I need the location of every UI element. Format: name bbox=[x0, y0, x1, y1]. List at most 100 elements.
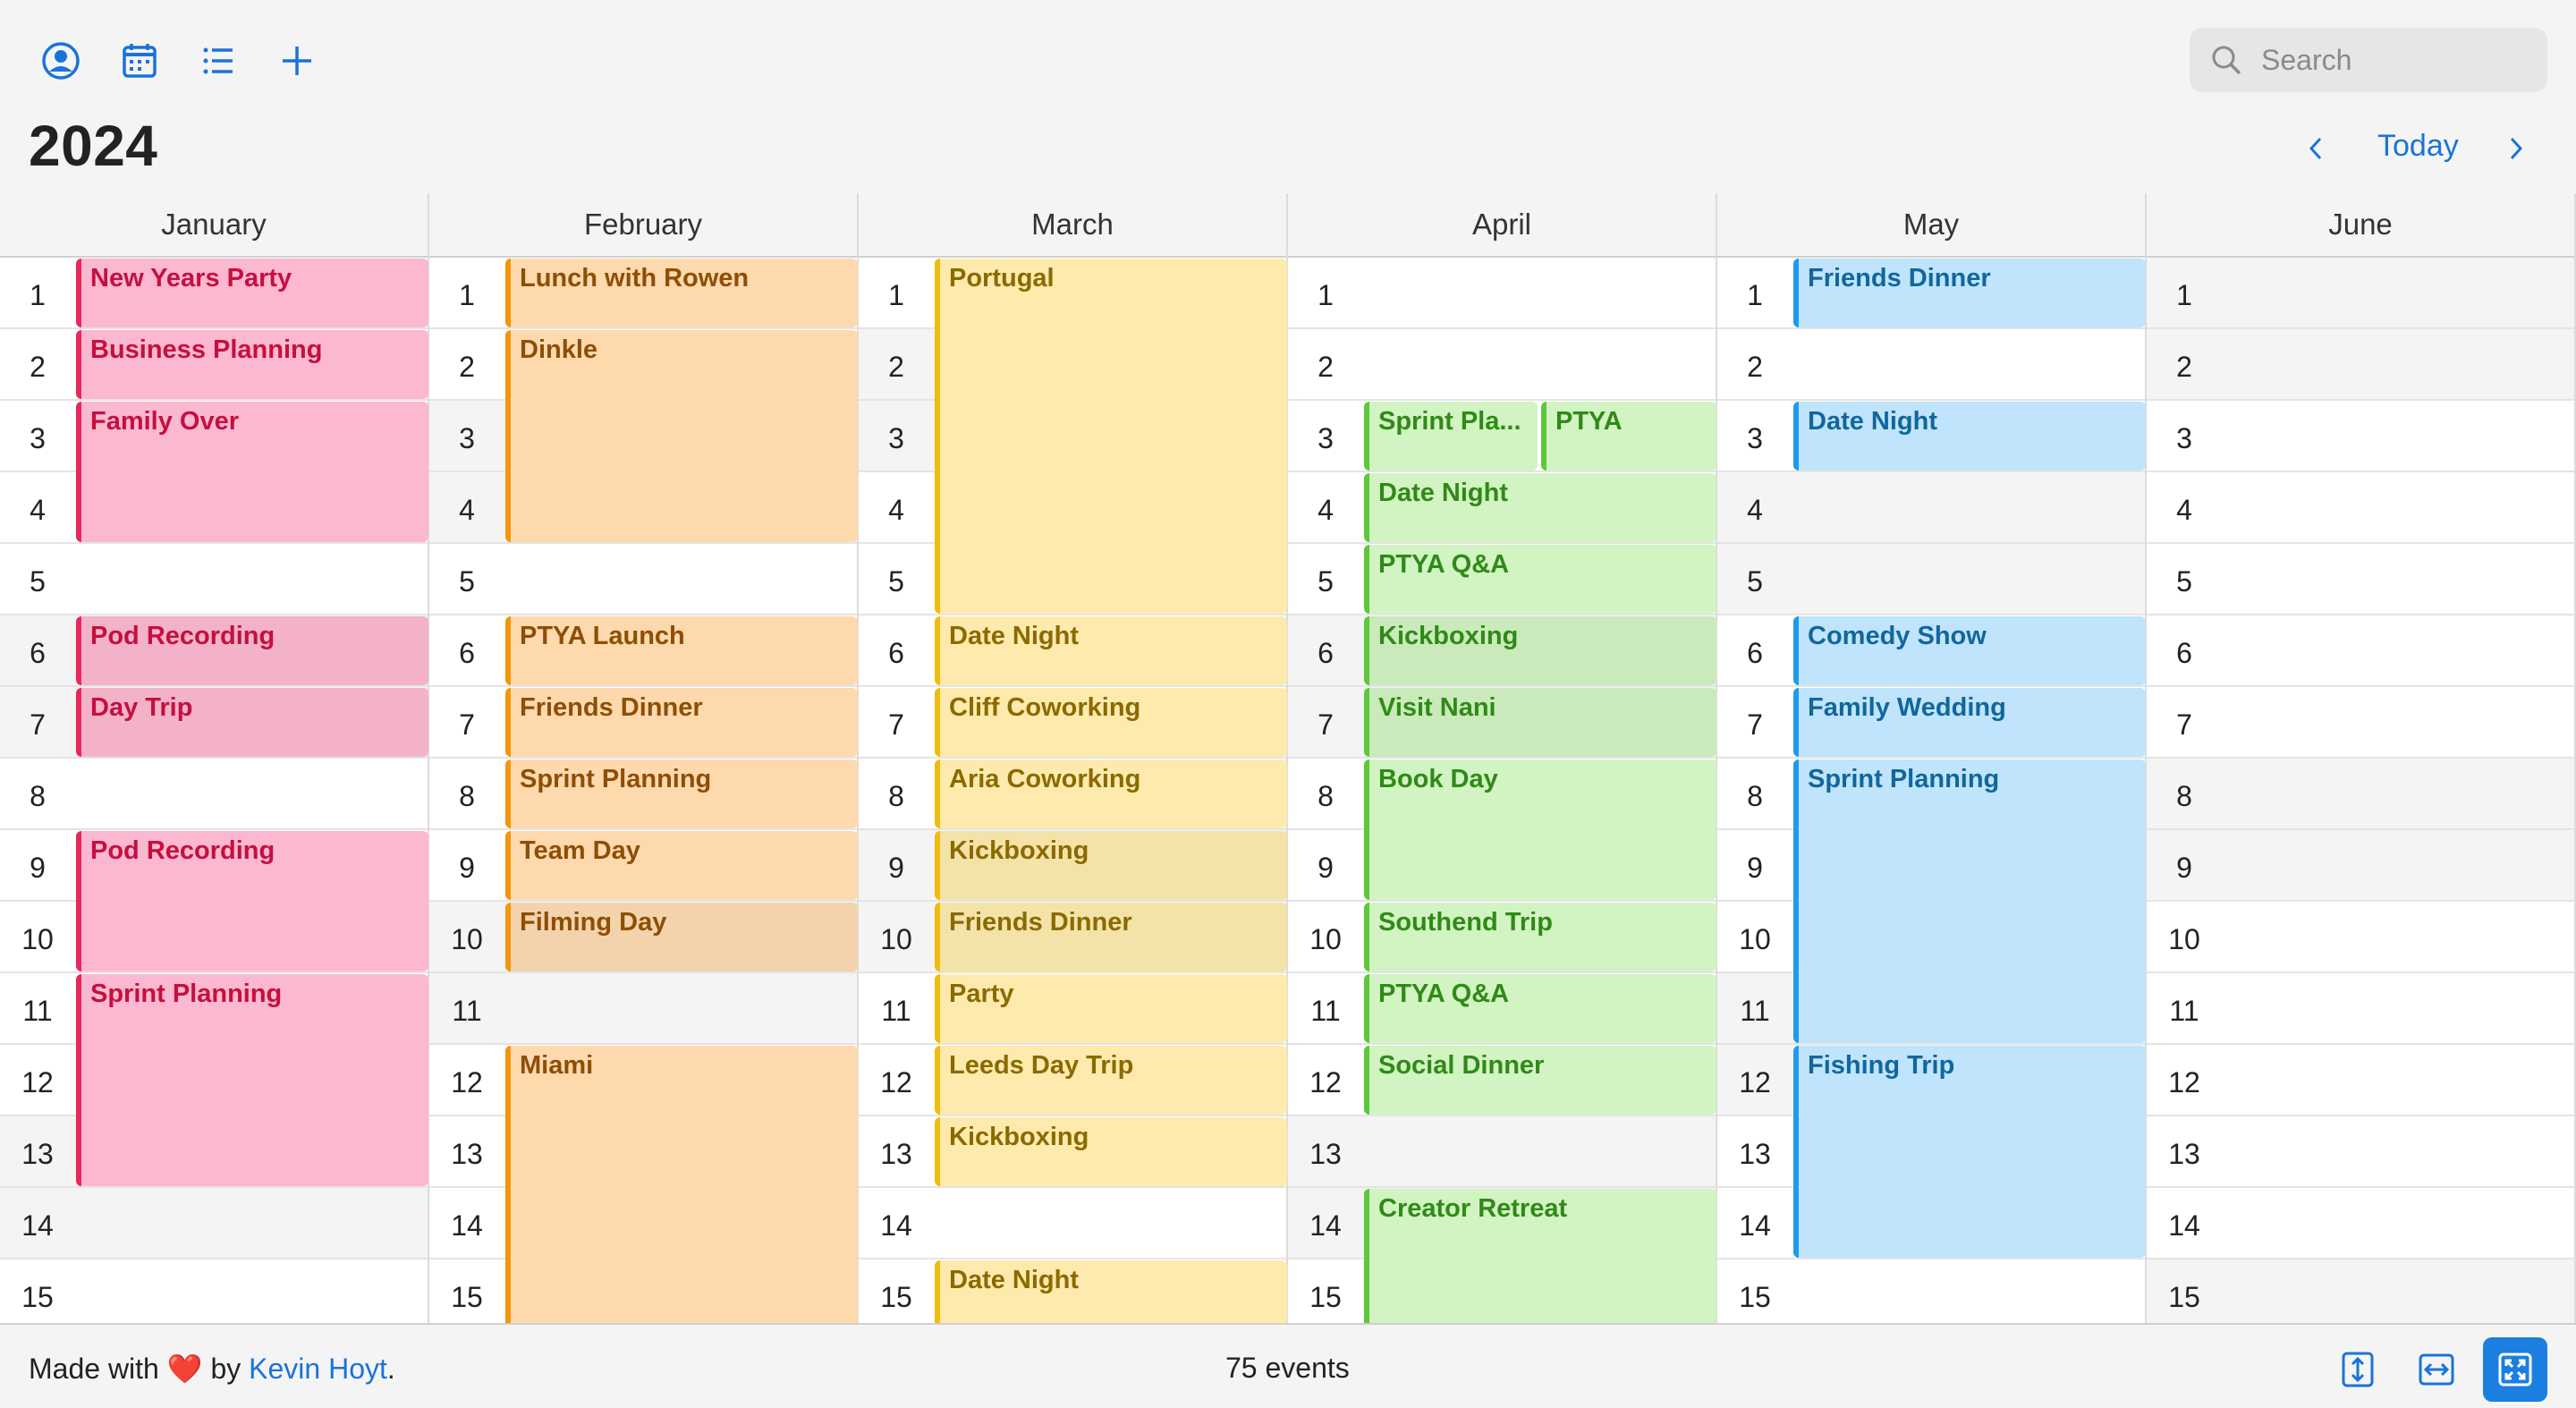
event-block[interactable]: PTYA Q&A bbox=[1364, 974, 1716, 1043]
event-block[interactable]: Comedy Show bbox=[1793, 616, 2146, 685]
day-cell[interactable]: 1 bbox=[2147, 258, 2574, 329]
event-block[interactable]: Miami bbox=[505, 1046, 858, 1323]
event-block[interactable]: Portugal bbox=[935, 259, 1287, 614]
account-icon[interactable] bbox=[36, 36, 86, 86]
event-block[interactable]: Date Night bbox=[1364, 473, 1716, 542]
day-number: 9 bbox=[2176, 852, 2192, 884]
fit-width-button[interactable] bbox=[2404, 1337, 2469, 1402]
search-box[interactable] bbox=[2190, 28, 2547, 92]
event-block[interactable]: Dinkle bbox=[505, 330, 858, 542]
event-block[interactable]: Kickboxing bbox=[935, 1117, 1287, 1186]
event-block[interactable]: Filming Day bbox=[505, 903, 858, 971]
event-block[interactable]: New Years Party bbox=[76, 259, 428, 327]
day-cell[interactable]: 12 bbox=[2147, 1045, 2574, 1116]
event-block[interactable]: PTYA Launch bbox=[505, 616, 858, 685]
day-cell[interactable]: 7 bbox=[2147, 687, 2574, 759]
event-block[interactable]: Pod Recording bbox=[76, 616, 428, 685]
day-number: 1 bbox=[1318, 279, 1334, 311]
event-block[interactable]: Kickboxing bbox=[935, 831, 1287, 900]
day-number: 11 bbox=[1740, 995, 1770, 1027]
day-cell[interactable]: 13 bbox=[2147, 1116, 2574, 1188]
event-block[interactable]: Pod Recording bbox=[76, 831, 428, 971]
day-cell[interactable]: 3 bbox=[2147, 401, 2574, 472]
day-cell[interactable]: 14 bbox=[859, 1188, 1286, 1260]
event-block[interactable]: Day Trip bbox=[76, 688, 428, 757]
plus-icon[interactable] bbox=[272, 36, 322, 86]
day-number: 4 bbox=[1747, 494, 1763, 526]
event-block[interactable]: Sprint Planning bbox=[505, 759, 858, 828]
event-block[interactable]: Team Day bbox=[505, 831, 858, 900]
event-block[interactable]: Sprint Planning bbox=[1793, 759, 2146, 1043]
author-link[interactable]: Kevin Hoyt bbox=[249, 1353, 387, 1385]
list-icon[interactable] bbox=[193, 36, 243, 86]
event-block[interactable]: Date Night bbox=[935, 1260, 1287, 1323]
next-button[interactable] bbox=[2496, 129, 2535, 168]
event-block[interactable]: Friends Dinner bbox=[935, 903, 1287, 971]
day-cell[interactable]: 14 bbox=[2147, 1188, 2574, 1260]
event-block[interactable]: Social Dinner bbox=[1364, 1046, 1716, 1115]
event-block[interactable]: Lunch with Rowen bbox=[505, 259, 858, 327]
event-block[interactable]: Aria Coworking bbox=[935, 759, 1287, 828]
event-block[interactable]: PTYA bbox=[1541, 402, 1716, 471]
day-cell[interactable]: 5 bbox=[0, 544, 428, 615]
event-block[interactable]: Fishing Trip bbox=[1793, 1046, 2146, 1258]
event-block[interactable]: Visit Nani bbox=[1364, 688, 1716, 757]
event-block[interactable]: Southend Trip bbox=[1364, 903, 1716, 971]
today-button[interactable]: Today bbox=[2377, 129, 2459, 164]
event-block[interactable]: Sprint Planning bbox=[76, 974, 428, 1186]
day-cell[interactable]: 13 bbox=[1288, 1116, 1716, 1188]
month-header: April bbox=[1288, 193, 1716, 258]
event-block[interactable]: Family Wedding bbox=[1793, 688, 2146, 757]
event-block[interactable]: Party bbox=[935, 974, 1287, 1043]
event-block[interactable]: Leeds Day Trip bbox=[935, 1046, 1287, 1115]
day-number: 13 bbox=[880, 1138, 912, 1170]
day-cell[interactable]: 2 bbox=[2147, 329, 2574, 401]
day-cell[interactable]: 15 bbox=[1717, 1260, 2145, 1323]
event-block[interactable]: Sprint Pla... bbox=[1364, 402, 1538, 471]
day-cell[interactable]: 2 bbox=[1288, 329, 1716, 401]
event-block[interactable]: Friends Dinner bbox=[1793, 259, 2146, 327]
day-cell[interactable]: 10 bbox=[2147, 902, 2574, 973]
day-cell[interactable]: 11 bbox=[2147, 973, 2574, 1045]
event-block[interactable]: Date Night bbox=[935, 616, 1287, 685]
event-block[interactable]: Friends Dinner bbox=[505, 688, 858, 757]
day-cell[interactable]: 4 bbox=[2147, 472, 2574, 544]
day-cell[interactable]: 9 bbox=[2147, 830, 2574, 902]
event-block[interactable]: Business Planning bbox=[76, 330, 428, 399]
fit-height-icon bbox=[2342, 1352, 2374, 1387]
day-number: 4 bbox=[459, 494, 475, 526]
day-number: 12 bbox=[880, 1066, 912, 1098]
event-block[interactable]: Family Over bbox=[76, 402, 428, 542]
fit-all-button[interactable] bbox=[2483, 1337, 2547, 1402]
day-cell[interactable]: 6 bbox=[2147, 615, 2574, 687]
day-cell[interactable]: 15 bbox=[0, 1260, 428, 1323]
day-cell[interactable]: 5 bbox=[2147, 544, 2574, 615]
event-block[interactable]: Kickboxing bbox=[1364, 616, 1716, 685]
day-cell[interactable]: 5 bbox=[1717, 544, 2145, 615]
day-number: 2 bbox=[30, 351, 46, 383]
day-number: 1 bbox=[459, 279, 475, 311]
fit-height-button[interactable] bbox=[2326, 1337, 2390, 1402]
previous-button[interactable] bbox=[2297, 129, 2336, 168]
day-cell[interactable]: 4 bbox=[1717, 472, 2145, 544]
day-number: 7 bbox=[1318, 708, 1334, 741]
day-cell[interactable]: 8 bbox=[0, 759, 428, 830]
day-number: 10 bbox=[1309, 923, 1342, 955]
event-block[interactable]: Date Night bbox=[1793, 402, 2146, 471]
event-block[interactable]: Creator Retreat bbox=[1364, 1189, 1716, 1323]
day-number: 7 bbox=[459, 708, 475, 741]
event-block[interactable]: PTYA Q&A bbox=[1364, 545, 1716, 614]
day-cell[interactable]: 11 bbox=[429, 973, 857, 1045]
day-cell[interactable]: 1 bbox=[1288, 258, 1716, 329]
search-icon bbox=[2212, 46, 2241, 75]
event-block[interactable]: Book Day bbox=[1364, 759, 1716, 900]
event-block[interactable]: Cliff Coworking bbox=[935, 688, 1287, 757]
day-cell[interactable]: 15 bbox=[2147, 1260, 2574, 1323]
search-input[interactable] bbox=[2259, 42, 2531, 78]
day-number: 8 bbox=[1747, 780, 1763, 812]
day-cell[interactable]: 2 bbox=[1717, 329, 2145, 401]
calendar-icon[interactable] bbox=[114, 36, 165, 86]
day-cell[interactable]: 8 bbox=[2147, 759, 2574, 830]
day-cell[interactable]: 5 bbox=[429, 544, 857, 615]
day-cell[interactable]: 14 bbox=[0, 1188, 428, 1260]
